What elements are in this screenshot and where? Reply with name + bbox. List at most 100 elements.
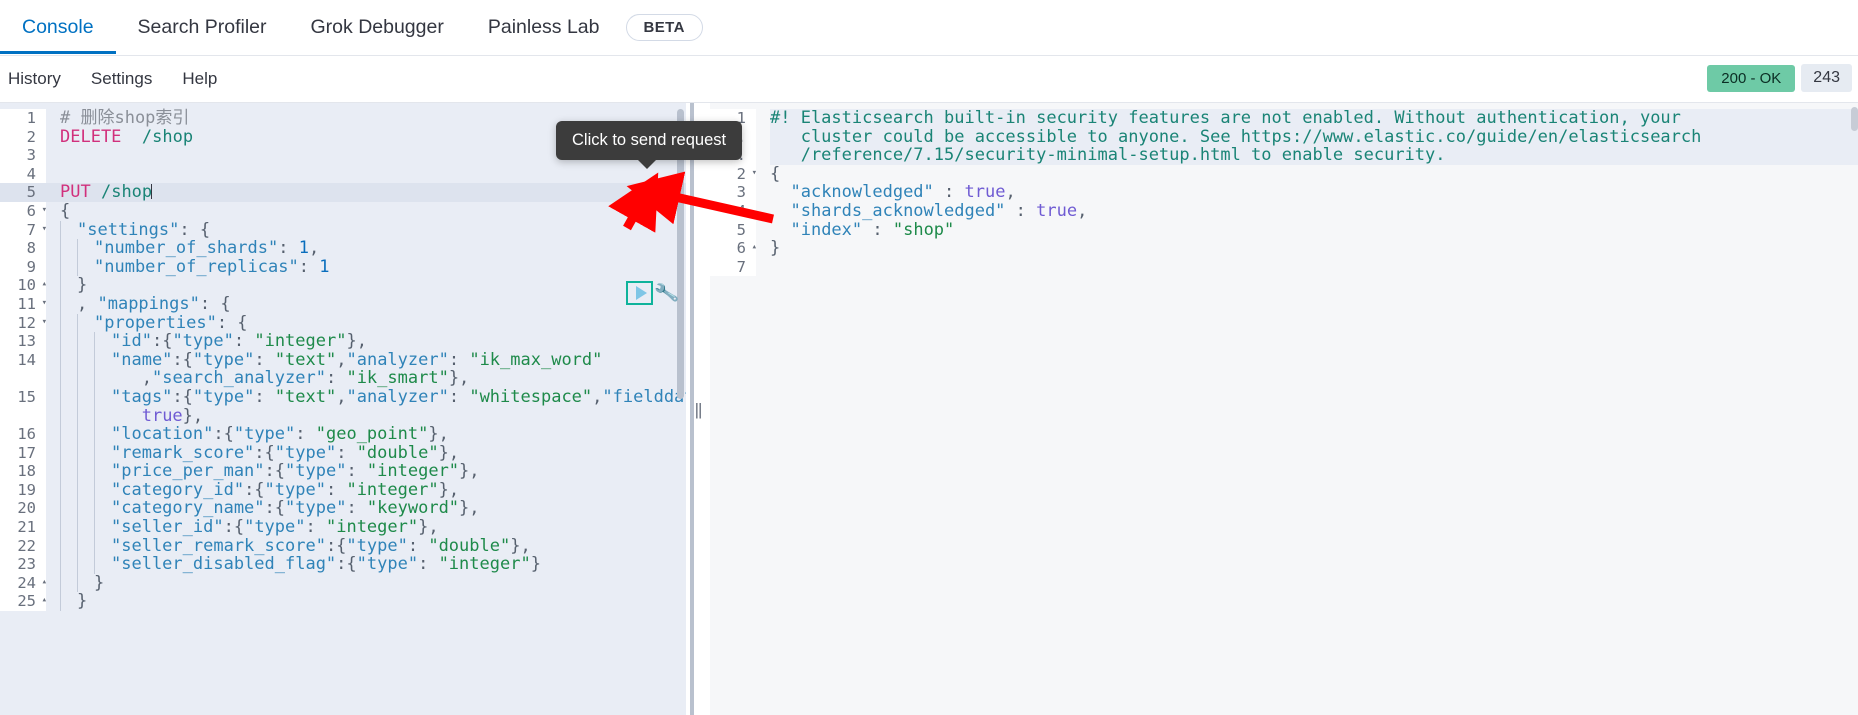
fold-toggle-icon[interactable]: ▾ (42, 205, 47, 215)
settings-button[interactable]: Settings (91, 69, 152, 89)
indent-guide (60, 369, 61, 388)
indent-guide (77, 369, 78, 388)
tab-painless-lab[interactable]: Painless Lab (466, 0, 622, 54)
code-token: "type" (244, 517, 306, 538)
console-split: 123456▾7▾8910▴11▾12▾1314.15.161718192021… (0, 102, 1858, 715)
fold-toggle-icon[interactable]: ▾ (42, 317, 47, 327)
editor-line: "seller_id":{"type": "integer"}, (60, 518, 686, 537)
indent-guide (94, 369, 95, 388)
editor-line: } (60, 276, 686, 295)
fold-toggle-icon[interactable]: ▴ (42, 577, 47, 587)
code-token: "shop" (892, 219, 955, 240)
code-token: PUT (60, 182, 91, 203)
fold-toggle-icon[interactable]: ▾ (42, 224, 47, 234)
code-token: , (77, 293, 98, 314)
indent-guide (94, 350, 95, 370)
fold-toggle-icon[interactable]: ▴ (752, 243, 757, 252)
response-pane: 1..2▾3456▴7 #! Elasticsearch built-in se… (710, 103, 1858, 715)
fold-toggle-icon[interactable]: ▾ (42, 298, 47, 308)
code-token: }, (182, 405, 204, 426)
code-token: : (254, 386, 275, 407)
line-number: 17 (17, 443, 36, 462)
indent-guide (60, 518, 61, 537)
code-token: "ik_smart" (346, 368, 449, 389)
request-editor-pane[interactable]: 123456▾7▾8910▴11▾12▾1314.15.161718192021… (0, 103, 686, 715)
indent-guide (60, 350, 61, 370)
code-token: : (1005, 200, 1037, 221)
code-token: :{ (264, 498, 286, 519)
code-token: , (131, 368, 152, 389)
kibana-devtools-console: Console Search Profiler Grok Debugger Pa… (0, 0, 1858, 715)
code-token: "tags" (111, 386, 173, 407)
history-button[interactable]: History (8, 69, 61, 89)
help-button[interactable]: Help (182, 69, 217, 89)
code-token: "settings" (77, 219, 180, 240)
code-token: "double" (428, 535, 511, 556)
indent-guide (94, 555, 95, 574)
indent-guide (60, 480, 61, 500)
code-token: "keyword" (366, 498, 460, 519)
editor-code-area[interactable]: # 删除shop索引 DELETE /shop PUT /shop{"settin… (46, 109, 686, 612)
code-token: "analyzer" (346, 349, 449, 370)
tab-grok-debugger[interactable]: Grok Debugger (289, 0, 466, 54)
response-line: "index" : "shop" (770, 219, 1858, 240)
line-number: . (0, 369, 46, 388)
code-token: "whitespace" (469, 386, 593, 407)
indent-guide (60, 239, 61, 258)
code-token: : (346, 498, 367, 519)
indent-guide (94, 536, 95, 556)
code-token: "fielddata" (602, 386, 686, 407)
indent-guide (77, 239, 78, 258)
indent-guide (60, 425, 61, 444)
editor-line: "id":{"type": "integer"}, (60, 332, 686, 351)
editor-line: "category_id":{"type": "integer"}, (60, 481, 686, 500)
code-token: , (336, 349, 347, 370)
line-number: 22 (17, 536, 36, 555)
fold-toggle-icon[interactable]: ▴ (42, 596, 47, 605)
code-token: : (325, 368, 347, 389)
fold-toggle-icon[interactable]: ▴ (42, 280, 47, 289)
code-token: : (862, 219, 893, 240)
code-token: "ik_max_word" (469, 349, 603, 370)
response-scrollbar[interactable] (1851, 107, 1858, 131)
code-token: "name" (111, 349, 173, 370)
indent-guide (94, 443, 95, 463)
indent-guide (94, 462, 95, 481)
indent-guide (77, 555, 78, 574)
code-token: "search_analyzer" (151, 368, 326, 389)
editor-line: "price_per_man":{"type": "integer"}, (60, 462, 686, 481)
tab-console[interactable]: Console (0, 0, 116, 54)
line-number: 5 (0, 183, 46, 202)
fold-toggle-icon[interactable]: ▾ (752, 168, 757, 178)
code-token: "type" (274, 442, 337, 463)
request-actions[interactable]: 🔧 (626, 281, 680, 306)
wrench-icon[interactable]: 🔧 (653, 281, 680, 306)
code-token: : (933, 182, 965, 203)
code-token: #! Elasticsearch built-in security featu… (770, 108, 1681, 128)
editor-line: , "mappings": { (60, 295, 686, 314)
code-token: "integer" (438, 554, 531, 575)
code-token: cluster could be accessible to anyone. S… (770, 126, 1702, 147)
tab-search-profiler[interactable]: Search Profiler (116, 0, 289, 54)
beta-badge: BETA (625, 14, 703, 41)
code-token: } (94, 572, 105, 593)
code-token: "text" (274, 349, 337, 370)
line-number: 12 ▾ (17, 313, 47, 332)
response-code-area: #! Elasticsearch built-in security featu… (756, 109, 1858, 276)
request-editor[interactable]: 123456▾7▾8910▴11▾12▾1314.15.161718192021… (0, 103, 686, 612)
code-token: DELETE (60, 126, 122, 147)
editor-line: "seller_disabled_flag":{"type": "integer… (60, 555, 686, 574)
indent-guide (94, 480, 95, 500)
response-line: #! Elasticsearch built-in security featu… (770, 109, 1858, 128)
code-token: } (77, 591, 88, 612)
code-token: , (1077, 200, 1088, 221)
play-icon[interactable] (626, 281, 653, 305)
code-token: "integer" (366, 461, 460, 482)
code-token: :{ (172, 349, 193, 370)
code-token: "properties" (94, 312, 217, 333)
indent-guide (77, 387, 78, 407)
pane-splitter[interactable]: || (686, 103, 710, 715)
code-token: { (60, 200, 71, 221)
editor-line: "seller_remark_score":{"type": "double"}… (60, 535, 686, 556)
console-toolbar-links: History Settings Help (0, 69, 217, 89)
